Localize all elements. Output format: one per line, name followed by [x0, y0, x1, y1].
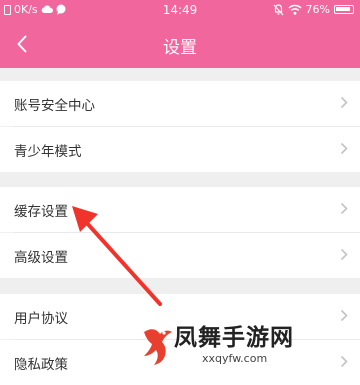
watermark-title: 凤舞手游网: [174, 325, 294, 351]
chevron-right-icon: [340, 355, 348, 368]
settings-item-account-security[interactable]: 账号安全中心: [0, 81, 360, 126]
chevron-right-icon: [340, 248, 348, 261]
settings-item-label: 高级设置: [14, 249, 68, 266]
status-right: 76%: [273, 3, 354, 16]
page-title: 设置: [163, 38, 197, 58]
settings-item-label: 隐私政策: [14, 356, 68, 373]
wifi-icon: [288, 4, 302, 15]
app-bar: 设置: [0, 20, 360, 68]
watermark-url: xxqyfw.com: [202, 352, 268, 365]
chevron-right-icon: [340, 142, 348, 155]
battery-percent: 76%: [305, 3, 330, 16]
mute-icon: [273, 3, 283, 15]
settings-item-cache[interactable]: 缓存设置: [0, 187, 360, 232]
status-bar: 0K/s 14:49 76%: [0, 0, 360, 20]
chevron-right-icon: [340, 309, 348, 322]
chevron-right-icon: [340, 96, 348, 109]
battery-icon: [334, 5, 354, 14]
settings-item-label: 用户协议: [14, 310, 68, 327]
settings-item-teen-mode[interactable]: 青少年模式: [0, 127, 360, 172]
settings-item-label: 账号安全中心: [14, 97, 95, 114]
phoenix-logo-icon: [144, 329, 172, 365]
watermark: 凤舞手游网 xxqyfw.com: [140, 312, 340, 378]
settings-item-label: 青少年模式: [14, 143, 82, 160]
chevron-right-icon: [340, 202, 348, 215]
settings-item-label: 缓存设置: [14, 203, 68, 220]
settings-item-advanced[interactable]: 高级设置: [0, 233, 360, 278]
